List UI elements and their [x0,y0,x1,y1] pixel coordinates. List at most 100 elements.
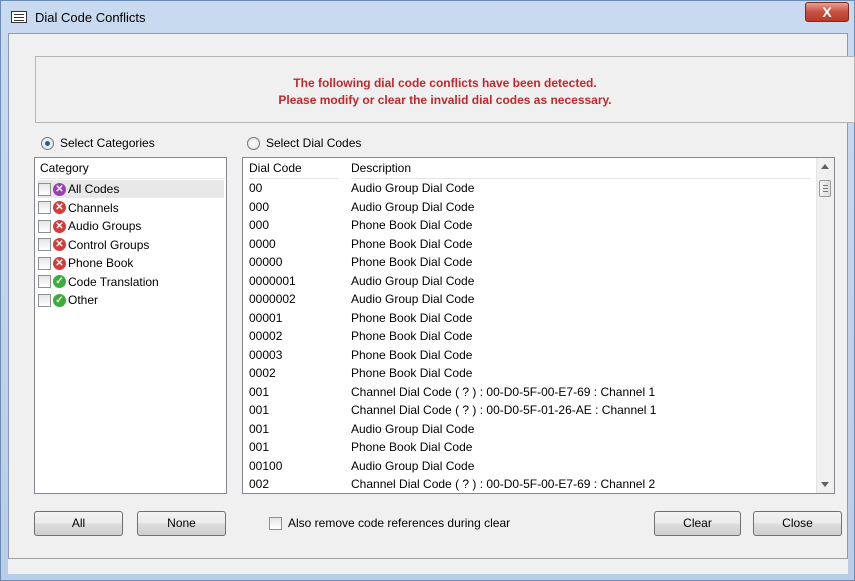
category-item[interactable]: ✕ All Codes [38,180,224,198]
dial-code-cell: 0002 [249,366,276,380]
table-row[interactable]: 000 Audio Group Dial Code [243,198,813,217]
table-row[interactable]: 001 Audio Group Dial Code [243,420,813,439]
dial-code-cell: 00003 [249,347,283,362]
table-row[interactable]: 00001 Phone Book Dial Code [243,309,813,328]
dial-code-cell: 001 [249,403,270,417]
dial-code-column-header[interactable]: Dial Code [249,158,339,179]
dial-code-cell: 0000001 [249,273,296,288]
table-row[interactable]: 00003 Phone Book Dial Code [243,346,813,365]
description-cell: Phone Book Dial Code [351,236,473,251]
dial-code-cell: 0000 [249,236,276,251]
dial-code-cell: 00100 [249,458,283,473]
table-row[interactable]: 00000 Phone Book Dial Code [243,253,813,272]
category-item[interactable]: ✕ Phone Book [38,254,133,272]
scroll-thumb[interactable] [819,180,831,197]
description-column-header[interactable]: Description [351,158,811,179]
title-bar[interactable]: Dial Code Conflicts X [1,1,854,33]
dial-code-cell: 001 [249,440,270,454]
scroll-up-arrow-icon[interactable] [821,164,829,169]
vertical-scrollbar[interactable] [816,158,834,493]
dial-code-cell: 00 [249,181,263,195]
x-circle-icon: ✕ [53,219,66,233]
category-item[interactable]: ✓ Other [38,291,98,309]
table-row[interactable]: 0000002 Audio Group Dial Code [243,290,813,309]
category-label: All Codes [68,182,120,196]
category-checkbox[interactable] [38,238,51,251]
remove-references-label: Also remove code references during clear [288,516,511,530]
table-row[interactable]: 002 Channel Dial Code ( ? ) : 00-D0-5F-00… [243,475,813,493]
category-item[interactable]: ✕ Channels [38,199,119,217]
description-cell: Phone Book Dial Code [351,366,473,380]
table-row[interactable]: 00 Audio Group Dial Code [243,179,813,198]
window-title: Dial Code Conflicts [35,10,146,25]
dial-code-cell: 00000 [249,255,283,269]
dial-code-cell: 00001 [249,310,283,325]
select-dial-codes-label: Select Dial Codes [266,136,362,150]
close-button[interactable]: Close [753,511,842,536]
category-checkbox[interactable] [38,256,51,270]
category-checkbox[interactable] [38,293,51,307]
x-circle-icon: ✕ [53,256,66,270]
category-label: Audio Groups [68,219,142,233]
dial-code-cell: 002 [249,477,270,491]
category-column-header[interactable]: Category [40,158,225,179]
table-row[interactable]: 0000001 Audio Group Dial Code [243,272,813,291]
x-circle-icon: ✕ [53,201,66,214]
banner-line-2: Please modify or clear the invalid dial … [278,93,612,107]
category-checkbox[interactable] [38,182,51,196]
clear-button[interactable]: Clear [654,511,741,536]
dial-code-cell: 001 [249,421,270,436]
category-label: Control Groups [68,237,150,252]
category-label: Other [68,293,99,307]
category-checkbox[interactable] [38,219,51,233]
category-list[interactable]: Category ✕ All Codes ✕ Channels ✕ Audio Group… [34,157,227,494]
description-cell: Phone Book Dial Code [351,310,473,325]
select-categories-label: Select Categories [60,136,155,150]
status-bar [8,558,848,574]
dial-code-cell: 0000002 [249,292,296,306]
radio-selected-icon [41,136,54,150]
category-checkbox[interactable] [38,275,51,288]
category-label: Phone Book [68,256,134,270]
category-item[interactable]: ✓ Code Translation [38,273,159,291]
table-row[interactable]: 001 Channel Dial Code ( ? ) : 00-D0-5F-00… [243,383,813,402]
x-circle-icon: ✕ [53,182,66,196]
description-cell: Phone Book Dial Code [351,347,473,362]
table-row[interactable]: 001 Phone Book Dial Code [243,438,813,457]
remove-references-option[interactable]: Also remove code references during clear [269,515,510,531]
description-cell: Audio Group Dial Code [351,292,475,306]
dial-code-cell: 00002 [249,329,283,343]
table-row[interactable]: 0000 Phone Book Dial Code [243,235,813,254]
window-icon [11,11,27,23]
info-banner: The following dial code conflicts have b… [35,56,855,123]
category-checkbox[interactable] [38,201,51,214]
dial-code-cell: 000 [249,199,270,214]
description-cell: Phone Book Dial Code [351,218,473,232]
none-button[interactable]: None [137,511,226,536]
dial-code-cell: 001 [249,384,270,399]
remove-references-checkbox[interactable] [269,516,282,530]
category-label: Code Translation [68,274,159,289]
check-circle-icon: ✓ [53,293,66,307]
all-button[interactable]: All [34,511,123,536]
dial-code-list[interactable]: Dial Code Description 00 Audio Group Dial… [242,157,835,494]
scroll-down-arrow-icon[interactable] [821,482,829,487]
table-row[interactable]: 00100 Audio Group Dial Code [243,457,813,476]
description-cell: Channel Dial Code ( ? ) : 00-D0-5F-00-E7… [351,477,656,491]
table-row[interactable]: 00002 Phone Book Dial Code [243,327,813,346]
category-item[interactable]: ✕ Audio Groups [38,217,141,235]
category-item[interactable]: ✕ Control Groups [38,236,149,254]
dialog-window: Dial Code Conflicts X The following dial… [0,0,855,581]
category-label: Channels [68,200,119,215]
table-row[interactable]: 001 Channel Dial Code ( ? ) : 00-D0-5F-01… [243,401,813,420]
description-cell: Audio Group Dial Code [351,181,475,195]
table-row[interactable]: 0002 Phone Book Dial Code [243,364,813,383]
description-cell: Phone Book Dial Code [351,329,473,343]
select-dial-codes-radio[interactable]: Select Dial Codes [247,135,361,151]
description-cell: Phone Book Dial Code [351,255,473,269]
select-categories-radio[interactable]: Select Categories [41,135,155,151]
close-window-button[interactable]: X [805,2,849,22]
description-cell: Audio Group Dial Code [351,273,475,288]
table-row[interactable]: 000 Phone Book Dial Code [243,216,813,235]
banner-line-1: The following dial code conflicts have b… [293,76,597,90]
